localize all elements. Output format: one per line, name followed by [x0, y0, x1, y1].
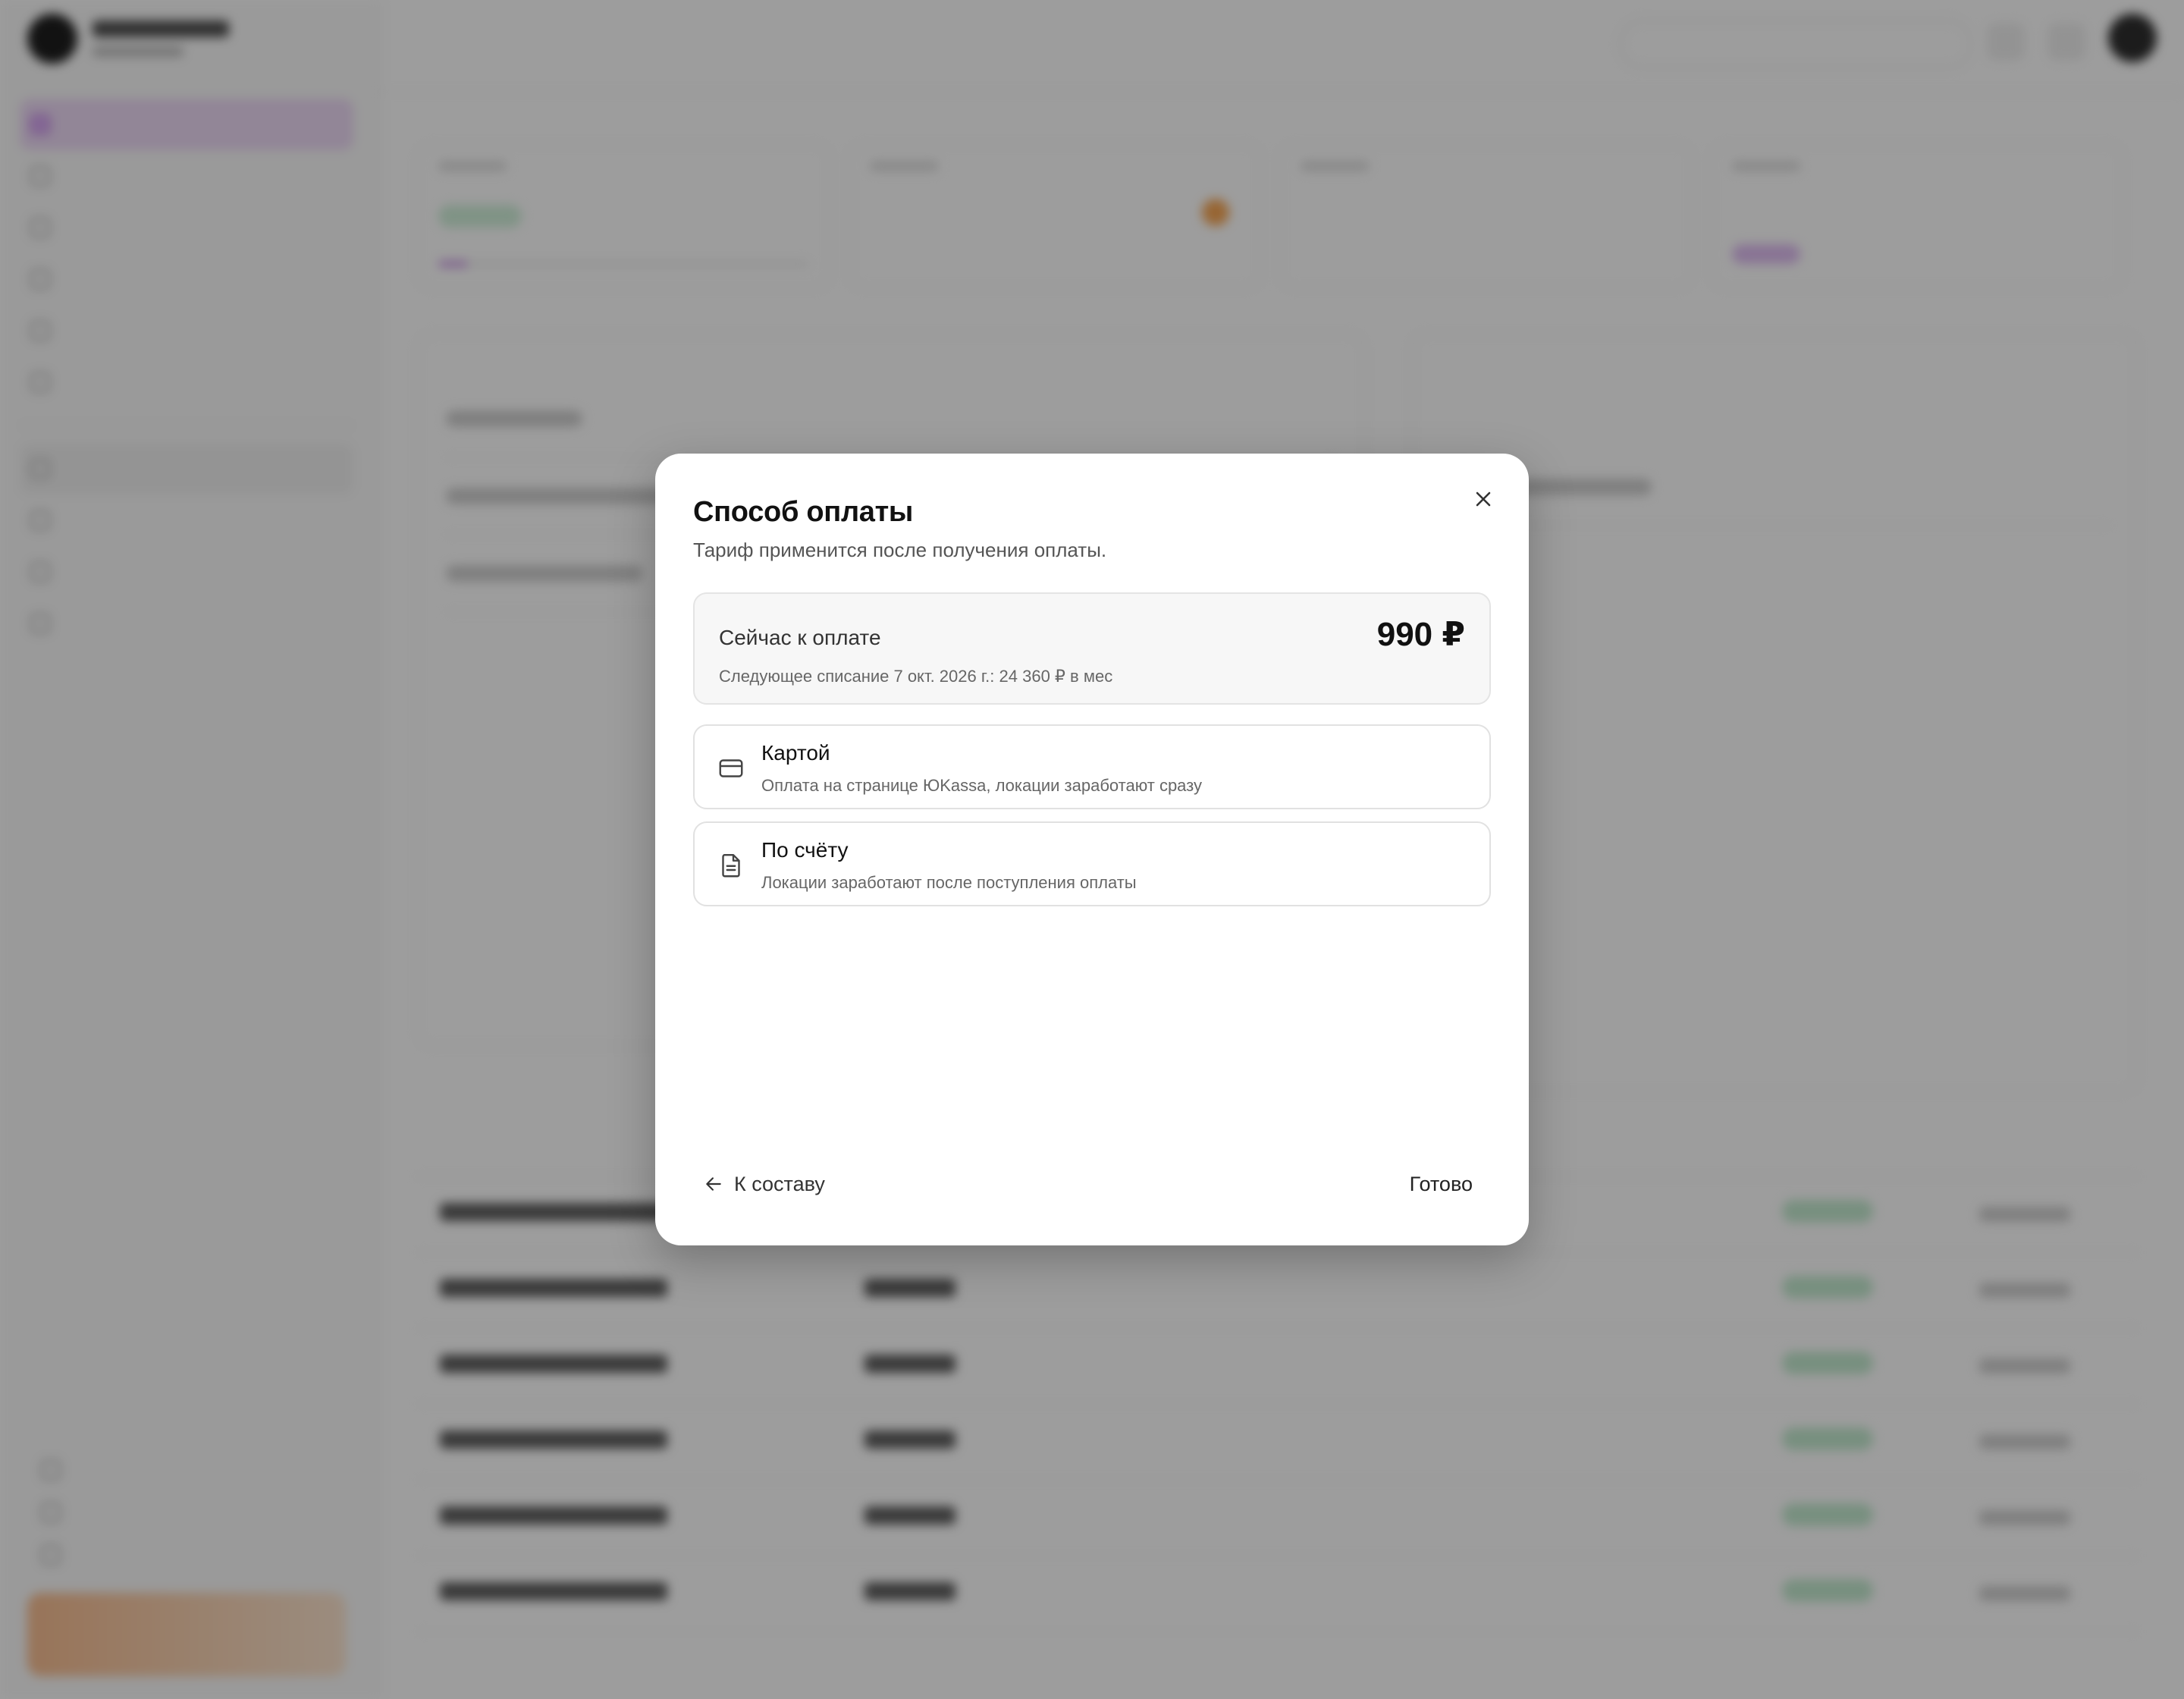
dialog-title: Способ оплаты [693, 496, 914, 528]
back-to-composition-button[interactable]: К составу [704, 1167, 825, 1201]
credit-card-icon [719, 759, 743, 777]
amount-due-value: 990 ₽ [1376, 616, 1465, 653]
option-description: Локации заработают после поступления опл… [761, 873, 1137, 892]
payment-method-dialog: Способ оплаты Тариф применится после пол… [655, 454, 1529, 1245]
done-button[interactable]: Готово [1410, 1167, 1473, 1201]
option-description: Оплата на странице ЮKassa, локации зараб… [761, 776, 1203, 795]
amount-due-label: Сейчас к оплате [719, 626, 881, 649]
close-button[interactable] [1467, 482, 1500, 516]
option-title: По счёту [761, 838, 849, 862]
document-icon [722, 854, 740, 878]
payment-option-invoice[interactable]: По счёту Локации заработают после поступ… [693, 821, 1491, 906]
dialog-subtitle: Тариф применится после получения оплаты. [693, 539, 1107, 561]
close-icon [1476, 491, 1491, 507]
option-title: Картой [761, 741, 830, 765]
payment-option-card[interactable]: Картой Оплата на странице ЮKassa, локаци… [693, 724, 1491, 809]
amount-due-panel: Сейчас к оплате 990 ₽ Следующее списание… [693, 592, 1491, 705]
next-charge-text: Следующее списание 7 окт. 2026 г.: 24 36… [719, 667, 1113, 686]
arrow-left-icon [706, 1177, 721, 1191]
back-button-label: К составу [734, 1172, 825, 1195]
